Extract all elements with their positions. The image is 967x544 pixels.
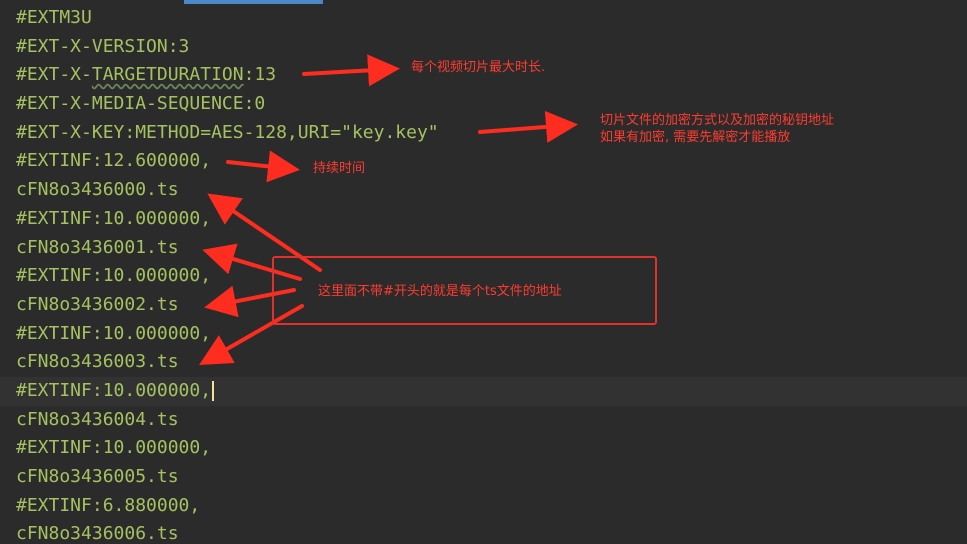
code-line-5[interactable]: #EXT-X-KEY:METHOD=AES-128,URI="key.key"	[0, 119, 967, 148]
line-text-suffix: :13	[243, 64, 277, 86]
line-text: #EXTINF:10.000000,	[16, 207, 212, 229]
code-line-16[interactable]: #EXTINF:10.000000,	[0, 434, 967, 463]
code-line-1[interactable]: #EXTM3U	[0, 4, 967, 33]
line-text: cFN8o3436005.ts	[16, 466, 179, 487]
line-text: cFN8o3436004.ts	[16, 408, 179, 430]
code-line-6[interactable]: #EXTINF:12.600000,	[0, 147, 967, 176]
line-text: #EXTINF:10.000000,	[16, 379, 212, 401]
code-line-11[interactable]: cFN8o3436002.ts	[0, 291, 967, 320]
line-text: cFN8o3436003.ts	[16, 351, 179, 373]
line-text: #EXT-X-KEY:METHOD=AES-128,URI="key.key"	[16, 121, 439, 143]
spellcheck-word: TARGETDURATION	[91, 64, 244, 86]
code-line-18[interactable]: #EXTINF:6.880000,	[0, 492, 967, 521]
line-text: cFN8o3436002.ts	[16, 293, 179, 315]
code-line-9[interactable]: cFN8o3436001.ts	[0, 234, 967, 263]
line-text: cFN8o3436006.ts	[16, 523, 179, 544]
code-line-17[interactable]: cFN8o3436005.ts	[0, 463, 967, 492]
code-line-19[interactable]: cFN8o3436006.ts	[0, 520, 967, 544]
code-line-3[interactable]: #EXT-X-TARGETDURATION:13	[0, 61, 967, 90]
line-text: #EXTINF:10.000000,	[16, 265, 212, 287]
line-text: #EXTINF:12.600000,	[16, 150, 212, 172]
code-line-4[interactable]: #EXT-X-MEDIA-SEQUENCE:0	[0, 90, 967, 119]
line-text: #EXTINF:10.000000,	[16, 437, 212, 459]
code-line-8[interactable]: #EXTINF:10.000000,	[0, 205, 967, 234]
line-text: #EXTINF:6.880000,	[16, 494, 201, 516]
code-editor[interactable]: #EXTM3U #EXT-X-VERSION:3 #EXT-X-TARGETDU…	[0, 0, 967, 544]
line-text: #EXT-X-MEDIA-SEQUENCE:0	[16, 93, 266, 115]
code-line-10[interactable]: #EXTINF:10.000000,	[0, 262, 967, 291]
code-line-14-current[interactable]: #EXTINF:10.000000,	[0, 376, 967, 406]
line-text: #EXT-X-VERSION:3	[16, 35, 190, 57]
code-line-7[interactable]: cFN8o3436000.ts	[0, 176, 967, 205]
editor-lines[interactable]: #EXTM3U #EXT-X-VERSION:3 #EXT-X-TARGETDU…	[0, 4, 967, 544]
code-line-15[interactable]: cFN8o3436004.ts	[0, 406, 967, 435]
line-text: cFN8o3436001.ts	[16, 236, 179, 258]
code-line-2[interactable]: #EXT-X-VERSION:3	[0, 33, 967, 62]
code-line-12[interactable]: #EXTINF:10.000000,	[0, 320, 967, 349]
line-text-prefix: #EXT-X-	[16, 64, 92, 86]
text-caret	[212, 380, 215, 401]
line-text: cFN8o3436000.ts	[16, 179, 179, 201]
line-text: #EXTM3U	[16, 7, 92, 28]
line-text: #EXTINF:10.000000,	[16, 322, 212, 344]
code-line-13[interactable]: cFN8o3436003.ts	[0, 348, 967, 377]
